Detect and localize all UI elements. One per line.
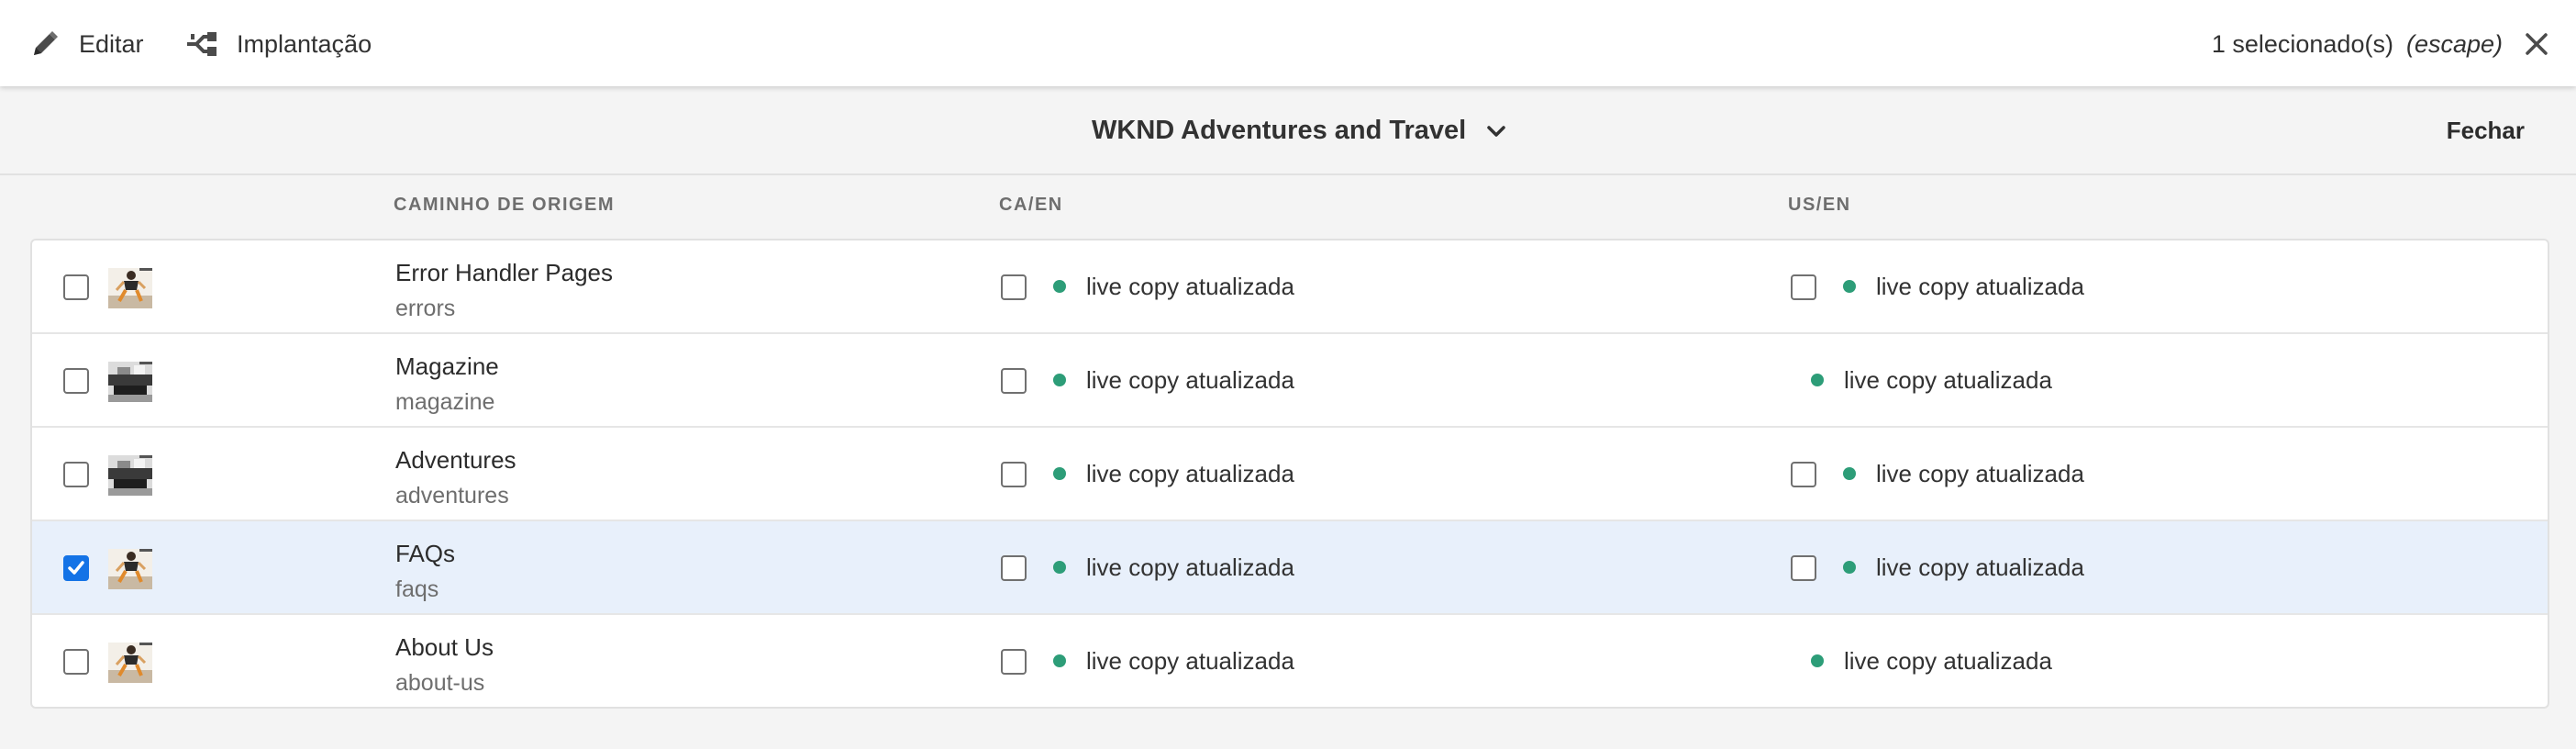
table-row[interactable]: Adventures adventures live copy atualizada…: [32, 428, 2548, 521]
ca-en-checkbox[interactable]: [1001, 555, 1027, 581]
status-dot-icon: [1053, 561, 1066, 574]
page-thumbnail: [108, 643, 152, 683]
deploy-button[interactable]: Implantação: [185, 22, 372, 66]
selection-hint: (escape): [2405, 29, 2503, 58]
page-title: FAQs: [395, 540, 456, 567]
ca-en-checkbox[interactable]: [1001, 368, 1027, 394]
ca-en-checkbox[interactable]: [1001, 649, 1027, 675]
row-checkbox[interactable]: [63, 555, 89, 581]
page-title: Error Handler Pages: [395, 259, 613, 286]
ca-en-status-text: live copy atualizada: [1086, 365, 1294, 394]
page-path: faqs: [395, 576, 439, 602]
us-en-status-text: live copy atualizada: [1876, 272, 2084, 300]
row-checkbox[interactable]: [63, 462, 89, 487]
status-dot-icon: [1053, 374, 1066, 386]
page-thumbnail: [108, 362, 152, 402]
ca-en-status: live copy atualizada: [1053, 365, 1294, 395]
status-dot-icon: [1843, 467, 1856, 480]
us-en-status-text: live copy atualizada: [1876, 553, 2084, 581]
table-row[interactable]: Magazine magazine live copy atualizada live…: [32, 334, 2548, 428]
selection-count: 1 selecionado(s): [2211, 29, 2393, 58]
page-thumbnail: [108, 549, 152, 589]
table-row[interactable]: About Us about-us live copy atualizada live…: [32, 615, 2548, 707]
table-row[interactable]: Error Handler Pages errors live copy atual…: [32, 240, 2548, 334]
us-en-checkbox[interactable]: [1791, 462, 1816, 487]
us-en-status-text: live copy atualizada: [1844, 365, 2052, 394]
site-title: WKND Adventures and Travel: [1092, 115, 1467, 145]
status-dot-icon: [1053, 467, 1066, 480]
us-en-checkbox[interactable]: [1791, 274, 1816, 300]
row-checkbox[interactable]: [63, 274, 89, 300]
site-selector[interactable]: WKND Adventures and Travel: [1092, 110, 1506, 151]
status-dot-icon: [1811, 374, 1824, 386]
page-path: errors: [395, 296, 456, 321]
close-button[interactable]: Fechar: [2447, 110, 2525, 151]
status-dot-icon: [1053, 654, 1066, 667]
row-checkbox[interactable]: [63, 649, 89, 675]
ca-en-status: live copy atualizada: [1053, 272, 1294, 301]
selection-status: 1 selecionado(s) (escape): [2212, 22, 2548, 66]
page-header: WKND Adventures and Travel Fechar: [0, 86, 2576, 175]
ca-en-status-text: live copy atualizada: [1086, 646, 1294, 675]
close-icon[interactable]: [2525, 32, 2548, 56]
ca-en-status: live copy atualizada: [1053, 646, 1294, 676]
deploy-label: Implantação: [237, 29, 372, 58]
page-path: about-us: [395, 670, 485, 696]
table-row[interactable]: FAQs faqs live copy atualizada live copy at…: [32, 521, 2548, 615]
page-thumbnail: [108, 268, 152, 308]
us-en-status-text: live copy atualizada: [1844, 646, 2052, 675]
status-dot-icon: [1053, 280, 1066, 293]
row-checkbox[interactable]: [63, 368, 89, 394]
status-dot-icon: [1843, 561, 1856, 574]
pencil-icon: [29, 28, 61, 60]
edit-label: Editar: [79, 29, 144, 58]
page-title: Adventures: [395, 446, 516, 474]
ca-en-checkbox[interactable]: [1001, 462, 1027, 487]
ca-en-status: live copy atualizada: [1053, 553, 1294, 582]
ca-en-status: live copy atualizada: [1053, 459, 1294, 488]
column-header-source: CAMINHO DE ORIGEM: [394, 195, 616, 215]
rollout-icon: [185, 28, 218, 60]
us-en-status: live copy atualizada: [1843, 272, 2084, 301]
status-dot-icon: [1811, 654, 1824, 667]
us-en-status: live copy atualizada: [1811, 365, 2052, 395]
chevron-down-icon: [1486, 116, 1506, 146]
ca-en-status-text: live copy atualizada: [1086, 459, 1294, 487]
edit-button[interactable]: Editar: [29, 22, 144, 66]
page-title: About Us: [395, 633, 494, 661]
ca-en-status-text: live copy atualizada: [1086, 272, 1294, 300]
us-en-status-text: live copy atualizada: [1876, 459, 2084, 487]
us-en-status: live copy atualizada: [1843, 459, 2084, 488]
page-path: magazine: [395, 389, 495, 415]
us-en-checkbox[interactable]: [1791, 555, 1816, 581]
ca-en-status-text: live copy atualizada: [1086, 553, 1294, 581]
us-en-status: live copy atualizada: [1811, 646, 2052, 676]
column-header-us: US/EN: [1788, 195, 1851, 215]
column-header-ca: CA/EN: [999, 195, 1063, 215]
livecopy-table: Error Handler Pages errors live copy atual…: [30, 239, 2549, 709]
page-thumbnail: [108, 455, 152, 496]
page-path: adventures: [395, 483, 509, 509]
us-en-status: live copy atualizada: [1843, 553, 2084, 582]
page-title: Magazine: [395, 352, 499, 380]
ca-en-checkbox[interactable]: [1001, 274, 1027, 300]
action-bar: Editar Implantação 1 selecionado(s) (esc…: [0, 0, 2576, 86]
status-dot-icon: [1843, 280, 1856, 293]
